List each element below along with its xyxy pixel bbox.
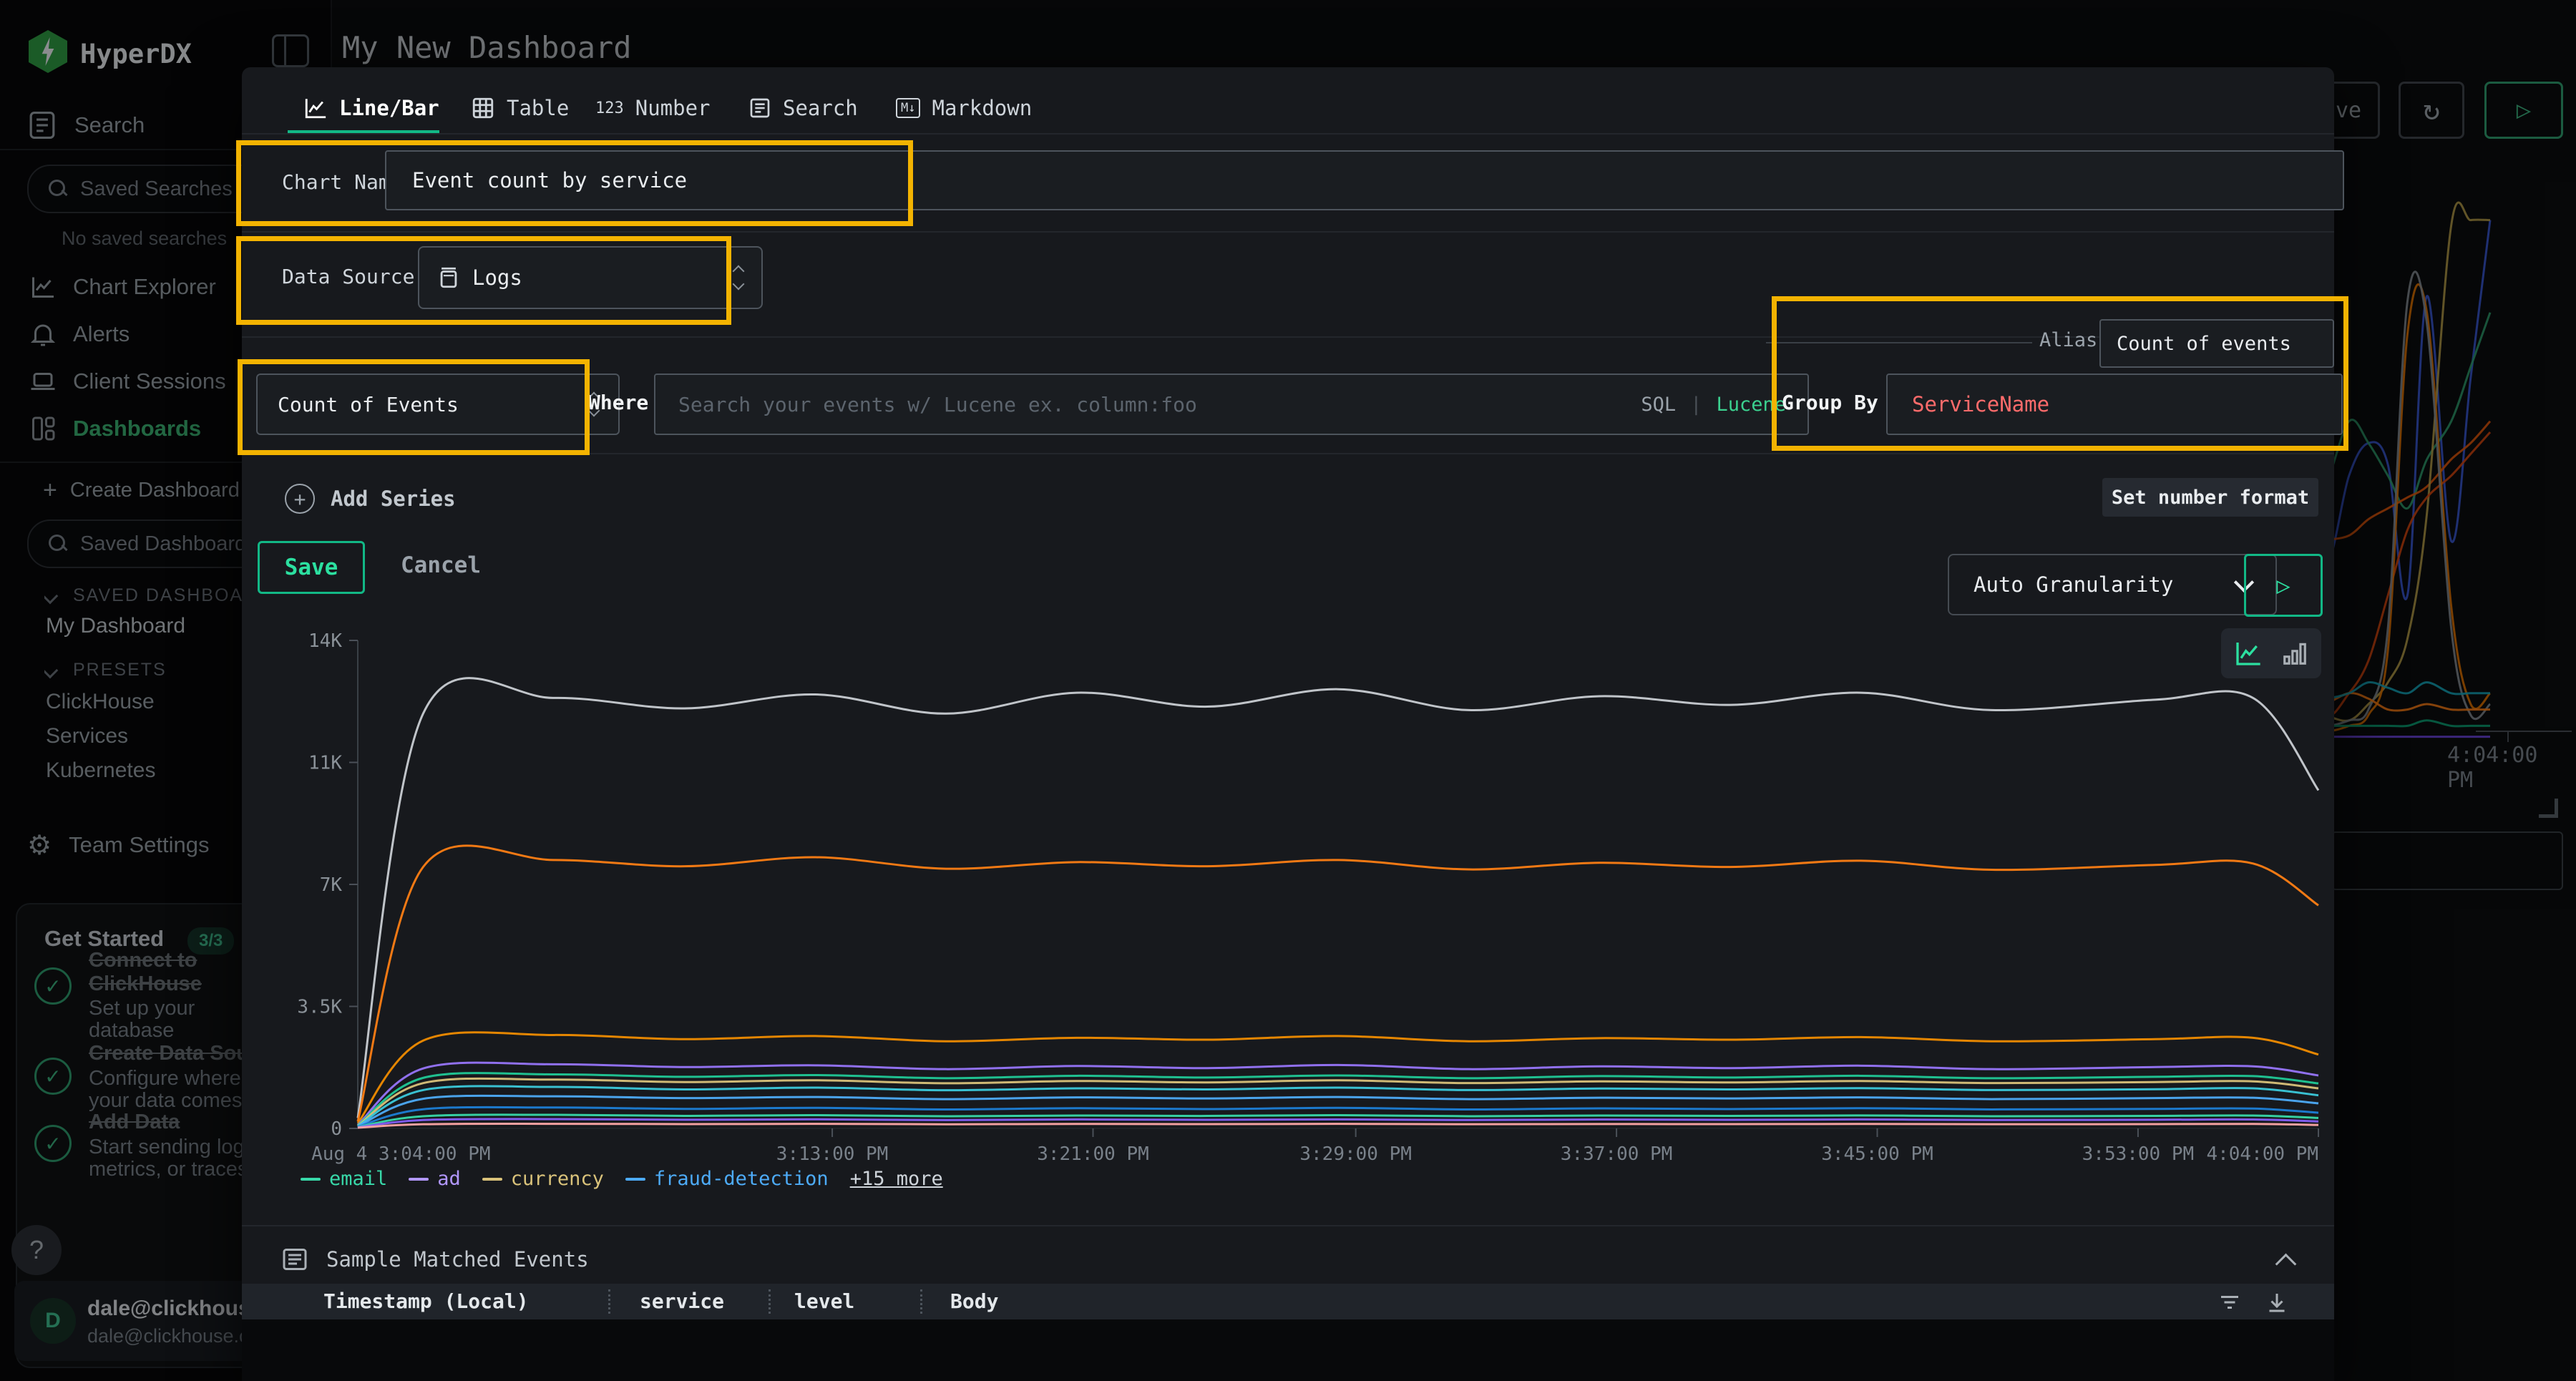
legend-item-ad[interactable]: ad — [409, 1168, 461, 1190]
svg-text:Aug 4 3:04:00 PM: Aug 4 3:04:00 PM — [311, 1143, 490, 1165]
tab-label: Table — [507, 96, 569, 120]
column-separator[interactable] — [608, 1289, 610, 1314]
group-by-value: ServiceName — [1912, 392, 2049, 416]
group-by-input[interactable]: ServiceName — [1886, 374, 2343, 435]
where-query-field[interactable] — [677, 392, 1626, 417]
chart-name-input[interactable] — [385, 150, 2344, 210]
svg-text:3:13:00 PM: 3:13:00 PM — [776, 1143, 889, 1165]
line-chart-icon — [303, 96, 328, 120]
alias-label: Alias — [2039, 329, 2097, 351]
alias-connector-line — [1766, 342, 2032, 343]
column-separator[interactable] — [769, 1289, 771, 1314]
where-input[interactable]: SQL | Lucene — [654, 374, 1809, 435]
svg-text:3:29:00 PM: 3:29:00 PM — [1299, 1143, 1412, 1165]
play-icon: ▷ — [2276, 572, 2290, 599]
app-root: { "app": {"brand": "HyperDX", "page_titl… — [0, 0, 2576, 1381]
tab-label: Markdown — [932, 96, 1032, 120]
tab-label: Line/Bar — [339, 96, 439, 120]
filter-icon[interactable] — [2217, 1289, 2243, 1315]
legend-dash — [409, 1178, 429, 1181]
svg-text:3:37:00 PM: 3:37:00 PM — [1561, 1143, 1673, 1165]
data-source-select[interactable]: Logs — [418, 246, 763, 309]
divider — [242, 231, 2334, 233]
svg-text:3:45:00 PM: 3:45:00 PM — [1821, 1143, 1933, 1165]
svg-text:7K: 7K — [320, 874, 343, 896]
database-icon — [438, 265, 459, 290]
alias-input[interactable]: Count of events — [2099, 319, 2334, 368]
legend-dash — [625, 1178, 645, 1181]
events-table-body — [242, 1319, 2334, 1381]
chart-name-value[interactable] — [411, 167, 2343, 193]
legend-dash — [482, 1178, 502, 1181]
divider — [242, 133, 2334, 135]
collapse-chevron-icon[interactable] — [2275, 1254, 2297, 1275]
tab-markdown[interactable]: M↓ Markdown — [896, 96, 1032, 120]
legend-label: email — [329, 1168, 387, 1190]
legend-more-button[interactable]: +15 more — [850, 1168, 943, 1190]
tab-line-bar[interactable]: Line/Bar — [303, 96, 439, 120]
search-list-icon — [748, 97, 771, 119]
group-by-label: Group By — [1782, 391, 1878, 414]
aggregation-select[interactable]: Count of Events — [256, 374, 620, 435]
legend-label: ad — [437, 1168, 461, 1190]
data-source-label: Data Source — [282, 265, 414, 288]
chart-legend: email ad currency fraud-detection +15 mo… — [301, 1168, 943, 1190]
alias-value: Count of events — [2117, 333, 2291, 355]
sample-events-label: Sample Matched Events — [326, 1247, 589, 1272]
data-source-value: Logs — [472, 265, 522, 290]
svg-text:0: 0 — [331, 1118, 342, 1140]
svg-text:4:04:00 PM: 4:04:00 PM — [2206, 1143, 2318, 1165]
lucene-language-toggle[interactable]: Lucene — [1716, 394, 1786, 416]
legend-label: currency — [511, 1168, 604, 1190]
tab-search[interactable]: Search — [748, 96, 858, 120]
granularity-select[interactable]: Auto Granularity — [1948, 554, 2277, 615]
legend-label: fraud-detection — [654, 1168, 829, 1190]
where-label: Where — [588, 391, 648, 414]
divider — [242, 453, 2334, 454]
legend-item-fraud-detection[interactable]: fraud-detection — [625, 1168, 829, 1190]
column-separator[interactable] — [920, 1289, 922, 1314]
main-chart[interactable]: 03.5K7K11K14KAug 4 3:04:00 PM3:13:00 PM3… — [358, 630, 2318, 1131]
save-button[interactable]: Save — [258, 541, 365, 594]
download-icon[interactable] — [2264, 1289, 2290, 1315]
column-header-service[interactable]: service — [640, 1289, 724, 1313]
markdown-icon: M↓ — [896, 98, 920, 118]
legend-dash — [301, 1178, 321, 1181]
svg-text:3:53:00 PM: 3:53:00 PM — [2082, 1143, 2195, 1165]
svg-text:14K: 14K — [308, 630, 342, 652]
divider — [242, 1225, 2334, 1226]
cancel-button[interactable]: Cancel — [401, 552, 481, 578]
svg-text:11K: 11K — [308, 753, 342, 774]
list-icon — [282, 1246, 308, 1272]
column-header-body[interactable]: Body — [950, 1289, 998, 1313]
sample-events-header[interactable]: Sample Matched Events — [282, 1246, 589, 1272]
tab-label: Search — [783, 96, 858, 120]
run-query-button[interactable]: ▷ — [2244, 554, 2323, 617]
svg-text:3.5K: 3.5K — [297, 997, 342, 1018]
sql-language-toggle[interactable]: SQL — [1641, 394, 1676, 416]
add-series-label: Add Series — [331, 487, 456, 511]
column-header-level[interactable]: level — [794, 1289, 854, 1313]
legend-item-email[interactable]: email — [301, 1168, 387, 1190]
aggregation-value: Count of Events — [278, 393, 459, 416]
tab-label: Number — [635, 96, 711, 120]
add-series-button[interactable]: + Add Series — [285, 484, 456, 514]
tab-table[interactable]: Table — [471, 96, 569, 120]
number-123-icon: 123 — [595, 99, 624, 117]
chart-editor-modal: Line/Bar Table 123 Number Search M↓ Mark… — [242, 67, 2334, 1381]
svg-text:3:21:00 PM: 3:21:00 PM — [1037, 1143, 1149, 1165]
granularity-value: Auto Granularity — [1974, 572, 2173, 597]
legend-item-currency[interactable]: currency — [482, 1168, 604, 1190]
language-separator: | — [1690, 394, 1702, 416]
plus-circle-icon: + — [285, 484, 315, 514]
column-header-timestamp[interactable]: Timestamp (Local) — [323, 1289, 529, 1313]
select-chevrons-icon — [734, 267, 743, 288]
events-table-header: Timestamp (Local) service level Body — [242, 1284, 2334, 1319]
table-icon — [471, 96, 495, 120]
tab-number[interactable]: 123 Number — [595, 96, 711, 120]
divider — [242, 336, 2334, 338]
set-number-format-button[interactable]: Set number format — [2102, 478, 2318, 517]
